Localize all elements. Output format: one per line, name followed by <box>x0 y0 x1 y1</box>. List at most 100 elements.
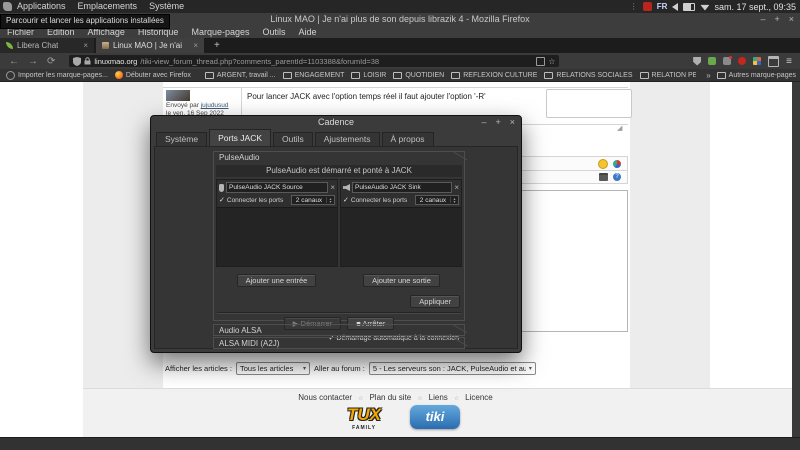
url-bar[interactable]: linuxmao.org /tiki-view_forum_thread.php… <box>69 55 559 67</box>
folder-icon <box>393 72 402 79</box>
menu-aide[interactable]: Aide <box>299 27 317 37</box>
menu-emplacements[interactable]: Emplacements <box>78 0 138 13</box>
reload-button[interactable]: ⟳ <box>47 56 55 67</box>
sink-channels-spinbox[interactable]: 2 canaux ▴▾ <box>415 195 459 205</box>
bookmark-star-icon[interactable]: ☆ <box>548 57 555 66</box>
tiki-logo[interactable]: tiki <box>410 405 460 429</box>
tab-systeme[interactable]: Système <box>156 132 207 146</box>
menu-outils[interactable]: Outils <box>263 27 286 37</box>
help-icon[interactable]: ? <box>613 173 621 181</box>
footer-link-licence[interactable]: Licence <box>465 393 493 402</box>
separator <box>217 312 461 314</box>
tab-ajustements[interactable]: Ajustements <box>315 132 380 146</box>
source-name-input[interactable]: PulseAudio JACK Source <box>226 182 328 193</box>
reader-mode-icon[interactable] <box>536 57 545 66</box>
extension-grid-icon[interactable] <box>753 57 761 65</box>
bookmark-folder-relation-perso[interactable]: RELATION PERSO <box>640 72 696 79</box>
applications-menu-icon[interactable] <box>3 2 12 11</box>
goto-forum-select[interactable]: 5 - Les serveurs son : JACK, PulseAudio … <box>369 362 536 375</box>
tab-outils[interactable]: Outils <box>273 132 313 146</box>
tux-family-logo[interactable]: TUX FAMILY <box>336 403 392 433</box>
menu-systeme[interactable]: Système <box>149 0 184 13</box>
clock[interactable]: sam. 17 sept., 09:35 <box>714 2 796 12</box>
lock-icon[interactable] <box>84 57 91 65</box>
extension-gray-icon[interactable] <box>723 57 731 65</box>
page-scrollbar[interactable] <box>792 81 800 437</box>
bookmark-folder-relations-sociales[interactable]: RELATIONS SOCIALES <box>544 72 632 79</box>
extension-green-icon[interactable] <box>708 57 716 65</box>
footer-link-liens[interactable]: Liens <box>429 393 448 402</box>
folder-icon <box>451 72 460 79</box>
forward-button[interactable]: → <box>28 56 38 67</box>
footer-link-contact[interactable]: Nous contacter <box>298 393 352 402</box>
close-button[interactable]: × <box>510 116 515 129</box>
maximize-button[interactable]: + <box>774 13 779 26</box>
menu-marque-pages[interactable]: Marque-pages <box>191 27 249 37</box>
maximize-button[interactable]: + <box>495 116 500 129</box>
connect-ports-label[interactable]: Connecter les ports <box>227 197 283 204</box>
bookmark-folder-reflexion[interactable]: REFLEXION CULTURE <box>451 72 537 79</box>
gnome-bottom-panel[interactable] <box>0 437 800 450</box>
spin-down-icon[interactable]: ▾ <box>327 200 334 203</box>
source-channels-spinbox[interactable]: 2 canaux ▴▾ <box>291 195 335 205</box>
tracking-shield-icon[interactable] <box>73 57 81 66</box>
extension-window-icon[interactable] <box>768 56 779 67</box>
star-separator-icon: ☆ <box>454 396 459 402</box>
footer-link-sitemap[interactable]: Plan du site <box>369 393 411 402</box>
tab-ports-jack[interactable]: Ports JACK <box>209 129 271 146</box>
source-list-area[interactable] <box>217 207 337 266</box>
extension-shield-icon[interactable] <box>693 57 701 66</box>
connect-ports-label[interactable]: Connecter les ports <box>351 197 407 204</box>
bookmark-folder-quotidien[interactable]: QUOTIDIEN <box>393 72 444 79</box>
sink-name-input[interactable]: PulseAudio JACK Sink <box>352 182 452 193</box>
volume-icon[interactable] <box>672 3 678 11</box>
bookmark-folder-loisir[interactable]: LOISIR <box>351 72 386 79</box>
audio-alsa-section[interactable]: Audio ALSA <box>213 324 465 336</box>
minimize-button[interactable]: – <box>760 13 765 26</box>
cadence-tabs: Système Ports JACK Outils Ajustements À … <box>156 129 434 146</box>
menu-applications[interactable]: Applications <box>17 0 66 13</box>
tab-close-icon[interactable]: × <box>193 41 198 50</box>
smiley-icon[interactable] <box>598 159 608 169</box>
reply-preview-box[interactable] <box>546 89 632 118</box>
keyboard-layout-indicator[interactable]: FR <box>657 2 668 11</box>
palette-icon[interactable] <box>613 160 621 168</box>
bookmarks-overflow-chevron[interactable]: » <box>706 71 710 80</box>
pulseaudio-section-label[interactable]: PulseAudio <box>214 152 464 164</box>
add-output-button[interactable]: Ajouter une sortie <box>363 274 440 287</box>
show-articles-select[interactable]: Tous les articles ▾ <box>236 362 310 375</box>
remove-sink-button[interactable]: × <box>454 184 459 192</box>
bookmark-import[interactable]: Importer les marque-pages... <box>6 71 108 80</box>
spin-down-icon[interactable]: ▾ <box>451 200 458 203</box>
tray-app-icon[interactable] <box>643 2 652 11</box>
post-message: Pour lancer JACK avec l'option temps rée… <box>247 92 486 101</box>
network-icon[interactable] <box>700 3 709 11</box>
new-tab-button[interactable]: + <box>214 38 220 53</box>
alsa-midi-section[interactable]: ALSA MIDI (A2J) <box>213 337 465 349</box>
checkbox-checked-icon[interactable]: ✓ <box>219 196 225 204</box>
hamburger-menu-icon[interactable]: ≡ <box>786 56 792 67</box>
extension-red-icon[interactable] <box>738 57 746 65</box>
bookmark-folder-argent[interactable]: ARGENT, travail ... <box>205 72 276 79</box>
tab-close-icon[interactable]: × <box>83 41 88 50</box>
sink-list-area[interactable] <box>341 207 461 266</box>
bookmark-other-bookmarks[interactable]: Autres marque-pages <box>717 72 796 79</box>
tab-libera-chat[interactable]: Libera Chat × <box>0 38 94 53</box>
cadence-titlebar[interactable]: Cadence – + × <box>151 116 521 129</box>
minimize-button[interactable]: – <box>481 116 486 129</box>
close-button[interactable]: × <box>789 13 794 26</box>
tab-linuxmao[interactable]: Linux MAO | Je n'ai plus d × <box>96 38 204 53</box>
toolbox-icon[interactable] <box>599 173 608 181</box>
bookmark-folder-engagement[interactable]: ENGAGEMENT <box>283 72 345 79</box>
bookmark-firefox-start[interactable]: Débuter avec Firefox <box>115 71 191 79</box>
battery-icon[interactable] <box>683 3 695 11</box>
apply-button[interactable]: Appliquer <box>410 295 460 308</box>
author-link[interactable]: jujudusud <box>201 102 229 109</box>
remove-source-button[interactable]: × <box>330 184 335 192</box>
checkbox-checked-icon[interactable]: ✓ <box>343 196 349 204</box>
back-button[interactable]: ← <box>9 56 19 67</box>
tab-a-propos[interactable]: À propos <box>382 132 434 146</box>
pulseaudio-section: PulseAudio PulseAudio est démarré et pon… <box>213 151 465 321</box>
add-input-button[interactable]: Ajouter une entrée <box>237 274 317 287</box>
resize-grip-icon[interactable]: ◢ <box>617 124 622 132</box>
